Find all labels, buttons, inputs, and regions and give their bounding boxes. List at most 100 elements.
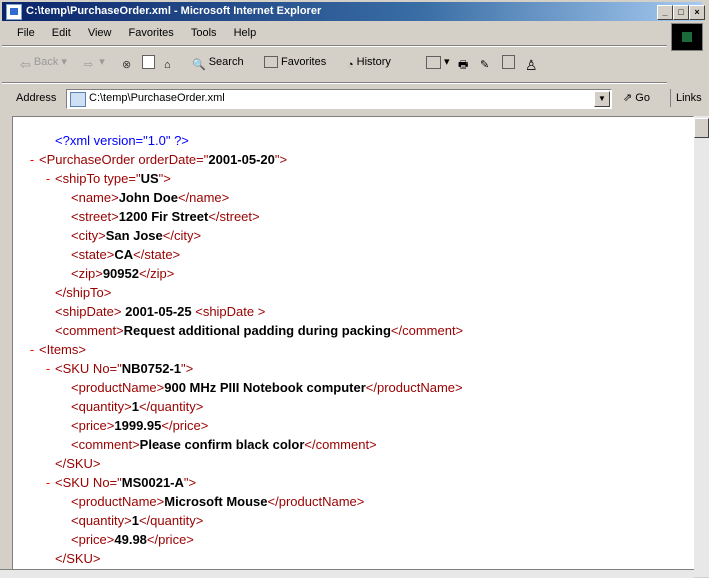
xml-line: - <Items> xyxy=(25,341,86,358)
xml-value: John Doe xyxy=(118,190,178,205)
address-bar: Address C:\temp\PurchaseOrder.xml ▼ ⇗ Go… xyxy=(2,88,707,110)
back-button[interactable]: ⇦ Back ▾ xyxy=(20,52,67,72)
vertical-scrollbar[interactable] xyxy=(694,116,709,577)
xml-open-tag: <comment> xyxy=(55,323,124,338)
menu-favorites[interactable]: Favorites xyxy=(122,24,181,42)
xml-line: <shipDate> 2001-05-25 <shipDate > xyxy=(41,303,265,320)
xml-close-tag: </quantity> xyxy=(138,399,204,414)
xml-close-tag: </name> xyxy=(177,190,230,205)
collapse-toggle[interactable]: - xyxy=(25,341,39,358)
maximize-button[interactable]: □ xyxy=(673,5,689,20)
xml-close-tag: </street> xyxy=(208,209,260,224)
messenger-button[interactable]: ♙ xyxy=(525,52,541,74)
xml-value: MS0021-A xyxy=(121,475,184,490)
address-dropdown-button[interactable]: ▼ xyxy=(594,91,610,107)
menu-bar: File Edit View Favorites Tools Help xyxy=(2,24,662,42)
favorites-icon xyxy=(264,56,278,69)
xml-close-tag: </comment> xyxy=(390,323,464,338)
xml-open-tag: <SKU No=" xyxy=(55,475,122,490)
refresh-icon xyxy=(142,55,155,70)
xml-open-tag: <shipDate> xyxy=(55,304,126,319)
xml-line: <city>San Jose</city> xyxy=(57,227,201,244)
xml-line: <price>49.98</price> xyxy=(57,531,194,548)
stop-button[interactable]: ⊗ xyxy=(122,52,134,72)
forward-arrow-icon: ⇨ xyxy=(84,59,94,72)
messenger-icon: ♙ xyxy=(525,57,538,74)
mail-button[interactable]: ▾ xyxy=(426,52,450,72)
menu-separator xyxy=(2,45,667,47)
discuss-icon xyxy=(502,55,515,70)
xml-line: - <SKU No="MS0021-A"> xyxy=(41,474,196,491)
xml-open-tag: <comment> xyxy=(71,437,140,452)
xml-open-tag: </SKU> xyxy=(55,551,101,566)
xml-value: 1 xyxy=(131,399,139,414)
xml-close-tag: </zip> xyxy=(138,266,175,281)
xml-value: CA xyxy=(114,247,134,262)
links-button[interactable]: Links xyxy=(670,89,709,107)
xml-value: 2001-05-25 xyxy=(125,304,192,319)
xml-line: <state>CA</state> xyxy=(57,246,180,263)
xml-line: <quantity>1</quantity> xyxy=(57,512,203,529)
home-button[interactable]: ⌂ xyxy=(164,52,174,72)
collapse-toggle[interactable]: - xyxy=(25,151,39,168)
xml-line: <?xml version="1.0" ?> xyxy=(41,132,189,149)
ie-window: C:\temp\PurchaseOrder.xml - Microsoft In… xyxy=(0,0,709,578)
history-icon: ◔ xyxy=(347,59,354,72)
menu-help[interactable]: Help xyxy=(227,24,264,42)
xml-line: - <shipTo type="US"> xyxy=(41,170,171,187)
xml-line: - <PurchaseOrder orderDate="2001-05-20"> xyxy=(25,151,287,168)
edit-button[interactable]: ✎ xyxy=(480,52,492,72)
minimize-button[interactable]: _ xyxy=(657,5,673,20)
refresh-button[interactable] xyxy=(142,52,158,72)
edit-icon: ✎ xyxy=(480,59,490,72)
xml-value: Request additional padding during packin… xyxy=(123,323,391,338)
address-value: C:\temp\PurchaseOrder.xml xyxy=(89,92,225,104)
xml-line: <street>1200 Fir Street</street> xyxy=(57,208,260,225)
xml-open-tag: <Items> xyxy=(39,342,86,357)
menu-file[interactable]: File xyxy=(10,24,42,42)
home-icon: ⌂ xyxy=(164,59,171,72)
xml-value: Please confirm black color xyxy=(139,437,305,452)
print-button[interactable]: 🖶 xyxy=(458,52,471,72)
xml-open-tag: <price> xyxy=(71,532,115,547)
toolbar-separator xyxy=(2,82,667,84)
forward-button[interactable]: ⇨ ▾ xyxy=(84,52,105,72)
xml-close-tag: </price> xyxy=(161,418,209,433)
xml-value: 2001-05-20 xyxy=(208,152,275,167)
window-title: C:\temp\PurchaseOrder.xml - Microsoft In… xyxy=(26,5,322,17)
collapse-toggle[interactable]: - xyxy=(41,360,55,377)
go-button[interactable]: ⇗ Go xyxy=(623,91,650,104)
xml-open-tag: <street> xyxy=(71,209,119,224)
discuss-button[interactable] xyxy=(502,52,518,72)
menu-tools[interactable]: Tools xyxy=(184,24,224,42)
xml-open-tag: <SKU No=" xyxy=(55,361,122,376)
history-button[interactable]: ◔ History xyxy=(347,52,391,72)
collapse-toggle[interactable]: - xyxy=(41,474,55,491)
xml-open-tag: </SKU> xyxy=(55,456,101,471)
xml-close-tag: </quantity> xyxy=(138,513,204,528)
scroll-thumb[interactable] xyxy=(694,118,709,138)
stop-icon: ⊗ xyxy=(122,59,132,72)
xml-line: <productName>Microsoft Mouse</productNam… xyxy=(57,493,364,510)
address-input[interactable]: C:\temp\PurchaseOrder.xml ▼ xyxy=(66,89,612,109)
xml-value: US xyxy=(140,171,159,186)
xml-open-tag: <productName> xyxy=(71,380,165,395)
collapse-toggle[interactable]: - xyxy=(41,170,55,187)
menu-edit[interactable]: Edit xyxy=(45,24,78,42)
favorites-button[interactable]: Favorites xyxy=(264,52,326,72)
search-button[interactable]: 🔍 Search xyxy=(192,52,244,72)
title-bar[interactable]: C:\temp\PurchaseOrder.xml - Microsoft In… xyxy=(2,2,705,21)
ie-app-icon[interactable] xyxy=(6,4,22,20)
xml-declaration: <?xml version="1.0" ?> xyxy=(55,133,189,148)
xml-close-tag: </comment> xyxy=(304,437,377,452)
xml-value: NB0752-1 xyxy=(121,361,182,376)
xml-open-tag: <state> xyxy=(71,247,115,262)
xml-line: - <SKU No="NB0752-1"> xyxy=(41,360,193,377)
print-icon: 🖶 xyxy=(458,59,469,72)
xml-open-tag: <PurchaseOrder orderDate=" xyxy=(39,152,209,167)
xml-close-tag: </price> xyxy=(146,532,194,547)
menu-view[interactable]: View xyxy=(81,24,119,42)
xml-value: 1999.95 xyxy=(114,418,162,433)
close-button[interactable]: × xyxy=(689,5,705,20)
xml-open-tag: <price> xyxy=(71,418,115,433)
